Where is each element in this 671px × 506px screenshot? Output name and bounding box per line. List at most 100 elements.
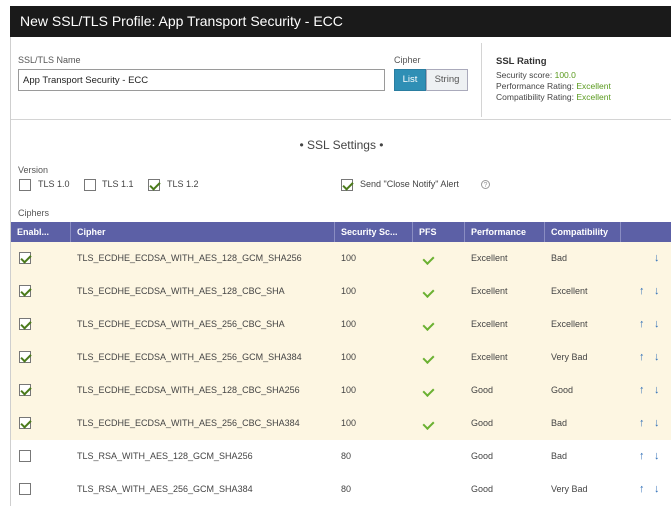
security-score-cell: 80 (341, 451, 352, 461)
cipher-name: TLS_RSA_WITH_AES_256_GCM_SHA384 (77, 484, 253, 494)
compatibility-cell: Very Bad (551, 352, 588, 362)
check-icon (422, 285, 435, 299)
performance-cell: Excellent (471, 352, 508, 362)
col-order (621, 222, 671, 242)
col-cipher[interactable]: Cipher (71, 222, 335, 242)
tls12-checkbox[interactable] (148, 179, 160, 191)
compatibility-cell: Excellent (551, 286, 588, 296)
tls11-checkbox[interactable] (84, 179, 96, 191)
table-row[interactable]: TLS_RSA_WITH_AES_256_GCM_SHA384 80 Good Ver… (11, 473, 671, 506)
performance-cell: Excellent (471, 319, 508, 329)
arrow-up-icon[interactable]: ↑ (639, 440, 645, 473)
tls12-label: TLS 1.2 (167, 179, 199, 189)
profile-form: SSL/TLS Name Cipher List String SSL Rati… (10, 37, 671, 506)
arrow-up-icon[interactable]: ↑ (639, 407, 645, 440)
col-performance[interactable]: Performance (465, 222, 545, 242)
performance-cell: Good (471, 484, 494, 494)
ssl-rating-title: SSL Rating (496, 56, 547, 67)
divider (481, 43, 482, 117)
cipher-name: TLS_ECDHE_ECDSA_WITH_AES_128_GCM_SHA256 (77, 253, 302, 263)
compatibility-rating: Compatibility Rating: Excellent (496, 92, 611, 102)
tls10-label: TLS 1.0 (38, 179, 70, 189)
compatibility-cell: Bad (551, 253, 568, 263)
cipher-list-toggle[interactable]: List (394, 69, 426, 91)
arrow-down-icon[interactable]: ↓ (654, 407, 660, 440)
tls10-checkbox[interactable] (19, 179, 31, 191)
ssl-name-input[interactable] (18, 69, 385, 91)
table-row[interactable]: TLS_ECDHE_ECDSA_WITH_AES_128_CBC_SHA 100 E… (11, 275, 671, 308)
performance-cell: Excellent (471, 253, 508, 263)
performance-cell: Good (471, 385, 494, 395)
col-pfs[interactable]: PFS (413, 222, 465, 242)
arrow-down-icon[interactable]: ↓ (654, 308, 660, 341)
performance-cell: Good (471, 451, 494, 461)
cipher-name: TLS_ECDHE_ECDSA_WITH_AES_128_CBC_SHA (77, 286, 285, 296)
cipher-name: TLS_ECDHE_ECDSA_WITH_AES_128_CBC_SHA256 (77, 385, 300, 395)
security-score: Security score: 100.0 (496, 70, 576, 80)
window-title: New SSL/TLS Profile: App Transport Secur… (10, 6, 671, 37)
arrow-down-icon[interactable]: ↓ (654, 473, 660, 506)
enable-checkbox[interactable] (19, 252, 31, 264)
table-row[interactable]: TLS_ECDHE_ECDSA_WITH_AES_256_CBC_SHA384 1… (11, 407, 671, 440)
version-label: Version (18, 165, 49, 175)
table-row[interactable]: TLS_ECDHE_ECDSA_WITH_AES_128_GCM_SHA256 1… (11, 242, 671, 275)
table-row[interactable]: TLS_ECDHE_ECDSA_WITH_AES_128_CBC_SHA256 1… (11, 374, 671, 407)
ciphers-label: Ciphers (18, 208, 50, 218)
security-score-cell: 100 (341, 418, 357, 428)
compatibility-cell: Very Bad (551, 484, 588, 494)
enable-checkbox[interactable] (19, 417, 31, 429)
arrow-up-icon[interactable]: ↑ (639, 308, 645, 341)
check-icon (422, 417, 435, 431)
arrow-up-icon[interactable]: ↑ (639, 473, 645, 506)
performance-cell: Good (471, 418, 494, 428)
arrow-down-icon[interactable]: ↓ (654, 275, 660, 308)
ciphers-table-header: Enabl... Cipher Security Sc... PFS Perfo… (11, 222, 671, 242)
col-enabled[interactable]: Enabl... (11, 222, 71, 242)
arrow-up-icon[interactable]: ↑ (639, 341, 645, 374)
arrow-down-icon[interactable]: ↓ (654, 440, 660, 473)
table-row[interactable]: TLS_ECDHE_ECDSA_WITH_AES_256_GCM_SHA384 1… (11, 341, 671, 374)
arrow-up-icon[interactable]: ↑ (639, 374, 645, 407)
compatibility-cell: Bad (551, 418, 568, 428)
cipher-name: TLS_ECDHE_ECDSA_WITH_AES_256_GCM_SHA384 (77, 352, 302, 362)
compatibility-cell: Bad (551, 451, 568, 461)
arrow-up-icon[interactable]: ↑ (639, 275, 645, 308)
check-icon (422, 252, 435, 266)
performance-cell: Excellent (471, 286, 508, 296)
enable-checkbox[interactable] (19, 351, 31, 363)
name-label: SSL/TLS Name (18, 55, 81, 65)
security-score-cell: 100 (341, 319, 357, 329)
cipher-name: TLS_ECDHE_ECDSA_WITH_AES_256_CBC_SHA (77, 319, 285, 329)
security-score-cell: 80 (341, 484, 352, 494)
ssl-settings-title: • SSL Settings • (299, 138, 384, 152)
check-icon (422, 318, 435, 332)
enable-checkbox[interactable] (19, 450, 31, 462)
table-row[interactable]: TLS_ECDHE_ECDSA_WITH_AES_256_CBC_SHA 100 E… (11, 308, 671, 341)
arrow-down-icon[interactable]: ↓ (654, 242, 660, 275)
close-notify-checkbox[interactable] (341, 179, 353, 191)
compatibility-cell: Good (551, 385, 574, 395)
cipher-label: Cipher (394, 55, 421, 65)
arrow-down-icon[interactable]: ↓ (654, 341, 660, 374)
security-score-cell: 100 (341, 286, 357, 296)
cipher-name: TLS_RSA_WITH_AES_128_GCM_SHA256 (77, 451, 253, 461)
cipher-string-toggle[interactable]: String (426, 69, 468, 91)
col-compatibility[interactable]: Compatibility (545, 222, 621, 242)
enable-checkbox[interactable] (19, 384, 31, 396)
help-icon[interactable]: ? (481, 180, 490, 189)
performance-rating: Performance Rating: Excellent (496, 81, 611, 91)
divider (11, 119, 671, 120)
cipher-name: TLS_ECDHE_ECDSA_WITH_AES_256_CBC_SHA384 (77, 418, 300, 428)
check-icon (422, 351, 435, 365)
compatibility-cell: Excellent (551, 319, 588, 329)
table-row[interactable]: TLS_RSA_WITH_AES_128_GCM_SHA256 80 Good Bad… (11, 440, 671, 473)
enable-checkbox[interactable] (19, 483, 31, 495)
check-icon (422, 384, 435, 398)
arrow-down-icon[interactable]: ↓ (654, 374, 660, 407)
col-security-score[interactable]: Security Sc... (335, 222, 413, 242)
enable-checkbox[interactable] (19, 318, 31, 330)
enable-checkbox[interactable] (19, 285, 31, 297)
security-score-cell: 100 (341, 352, 357, 362)
tls11-label: TLS 1.1 (102, 179, 134, 189)
security-score-cell: 100 (341, 253, 357, 263)
